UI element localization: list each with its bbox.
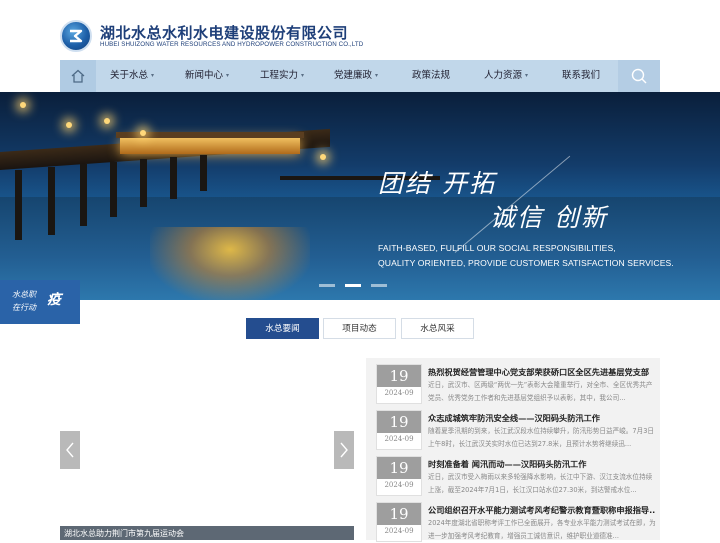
news-photo-carousel[interactable] bbox=[60, 360, 354, 540]
news-date-month: 2024-09 bbox=[384, 527, 414, 535]
news-date: 19 2024-09 bbox=[376, 364, 422, 404]
chevron-down-icon: ▾ bbox=[151, 72, 155, 79]
news-title[interactable]: 公司组织召开水平能力测试考风考纪警示教育暨职称申报指导... bbox=[428, 504, 656, 516]
news-item[interactable]: 19 2024-09 众志成城筑牢防汛安全线——汉阳码头防汛工作 随着夏季汛期的… bbox=[366, 404, 660, 450]
site-header: 湖北水总水利水电建设股份有限公司 HUBEI SHUIZONG WATER RE… bbox=[0, 0, 720, 60]
company-name-en: HUBEI SHUIZONG WATER RESOURCES AND HYDRO… bbox=[100, 41, 364, 48]
banner-light-reflection bbox=[150, 227, 310, 300]
nav-item-news[interactable]: 新闻中心 ▾ bbox=[185, 60, 229, 92]
pier-post bbox=[80, 164, 87, 226]
chevron-right-icon bbox=[340, 442, 348, 458]
home-icon bbox=[71, 69, 85, 83]
news-date-day: 19 bbox=[377, 457, 421, 479]
news-item[interactable]: 19 2024-09 公司组织召开水平能力测试考风考纪警示教育暨职称申报指导..… bbox=[366, 496, 660, 542]
banner-dot-2[interactable] bbox=[345, 284, 361, 287]
nav-item-contact[interactable]: 联系我们 bbox=[562, 60, 600, 92]
pier-post bbox=[170, 157, 177, 199]
main-navigation: 关于水总 ▾ 新闻中心 ▾ 工程实力 ▾ 党建廉政 ▾ 政策法规 人力资源 ▾ 联系我们 bbox=[60, 60, 660, 92]
news-item[interactable]: 19 2024-09 时刻准备着 闻汛而动——汉阳码头防汛工作 近日，武汉市受入… bbox=[366, 450, 660, 496]
carousel-caption[interactable]: 湖北水总助力荆门市第九届运动会 bbox=[60, 526, 354, 540]
news-date-day: 19 bbox=[377, 365, 421, 387]
banner-pagination bbox=[319, 284, 389, 287]
nav-item-hr[interactable]: 人力资源 ▾ bbox=[484, 60, 528, 92]
campaign-badge[interactable]: 水总职 在行动 疫 bbox=[0, 280, 80, 324]
home-button[interactable] bbox=[60, 60, 96, 92]
news-title[interactable]: 众志成城筑牢防汛安全线——汉阳码头防汛工作 bbox=[428, 412, 656, 424]
banner-tagline-1: FAITH-BASED, FULFILL OUR SOCIAL RESPONSI… bbox=[378, 243, 616, 253]
news-summary: 随着夏季汛期的到来，长江武汉段水位持续攀升，防汛形势日益严峻。7月3日上午8时，… bbox=[428, 427, 654, 448]
news-date-day: 19 bbox=[377, 411, 421, 433]
badge-line-1: 水总职 bbox=[12, 290, 36, 299]
nav-item-policy[interactable]: 政策法规 bbox=[412, 60, 450, 92]
nav-item-about[interactable]: 关于水总 ▾ bbox=[110, 60, 154, 92]
pier-post bbox=[140, 159, 147, 207]
pier-post bbox=[200, 155, 207, 191]
hero-banner[interactable]: 团结 开拓 诚信 创新 FAITH-BASED, FULFILL OUR SOC… bbox=[0, 92, 720, 300]
nav-item-projects[interactable]: 工程实力 ▾ bbox=[260, 60, 304, 92]
pier-lamp bbox=[20, 102, 26, 108]
badge-line-2: 在行动 bbox=[12, 303, 36, 312]
news-date-day: 19 bbox=[377, 503, 421, 525]
news-date-month: 2024-09 bbox=[384, 435, 414, 443]
tab-company-style[interactable]: 水总风采 bbox=[401, 318, 474, 339]
chevron-down-icon: ▾ bbox=[301, 72, 305, 79]
company-logo-icon[interactable] bbox=[60, 20, 92, 52]
carousel-next-button[interactable] bbox=[334, 431, 354, 469]
chevron-down-icon: ▾ bbox=[525, 72, 529, 79]
pier-post bbox=[15, 170, 22, 240]
nav-item-party[interactable]: 党建廉政 ▾ bbox=[334, 60, 378, 92]
search-button[interactable] bbox=[618, 60, 660, 92]
company-name-cn[interactable]: 湖北水总水利水电建设股份有限公司 bbox=[100, 22, 348, 43]
tab-project-updates[interactable]: 项目动态 bbox=[323, 318, 396, 339]
news-summary: 2024年度湖北省职称考评工作已全面展开，各专业水平能力测试考试在即，为进一步加… bbox=[428, 519, 656, 540]
banner-dot-1[interactable] bbox=[319, 284, 335, 287]
news-title[interactable]: 热烈祝贺经营管理中心党支部荣获硚口区全区先进基层党支部 bbox=[428, 366, 656, 378]
news-summary: 近日，武汉市受入梅雨以来多轮强降水影响，长江中下游、汉江支流水位持续上涨，截至2… bbox=[428, 473, 653, 494]
news-title[interactable]: 时刻准备着 闻汛而动——汉阳码头防汛工作 bbox=[428, 458, 656, 470]
banner-slogan-2: 诚信 创新 bbox=[490, 203, 608, 232]
pier-post bbox=[110, 162, 117, 217]
chevron-left-icon bbox=[66, 442, 74, 458]
search-icon bbox=[631, 68, 647, 84]
news-date: 19 2024-09 bbox=[376, 502, 422, 542]
pier-lamp bbox=[140, 130, 146, 136]
pier-post bbox=[48, 167, 55, 235]
news-date-month: 2024-09 bbox=[384, 481, 414, 489]
pier-lamp bbox=[104, 118, 110, 124]
news-summary: 近日，武汉市、区两级“两优一先”表彰大会隆重举行，对全市、全区优秀共产党员、优秀… bbox=[428, 381, 653, 402]
banner-slogan-1: 团结 开拓 bbox=[378, 169, 496, 198]
pier-lamp bbox=[66, 122, 72, 128]
banner-dot-3[interactable] bbox=[371, 284, 387, 287]
news-date-month: 2024-09 bbox=[384, 389, 414, 397]
pier-lamp bbox=[320, 154, 326, 160]
badge-big-char: 疫 bbox=[47, 292, 61, 308]
banner-tagline-2: QUALITY ORIENTED, PROVIDE CUSTOMER SATIS… bbox=[378, 258, 674, 268]
chevron-down-icon: ▾ bbox=[375, 72, 379, 79]
news-item[interactable]: 19 2024-09 热烈祝贺经营管理中心党支部荣获硚口区全区先进基层党支部 近… bbox=[366, 358, 660, 404]
chevron-down-icon: ▾ bbox=[226, 72, 230, 79]
news-date: 19 2024-09 bbox=[376, 410, 422, 450]
banner-pier-house bbox=[116, 132, 304, 154]
carousel-prev-button[interactable] bbox=[60, 431, 80, 469]
tab-company-news[interactable]: 水总要闻 bbox=[246, 318, 319, 339]
news-date: 19 2024-09 bbox=[376, 456, 422, 496]
